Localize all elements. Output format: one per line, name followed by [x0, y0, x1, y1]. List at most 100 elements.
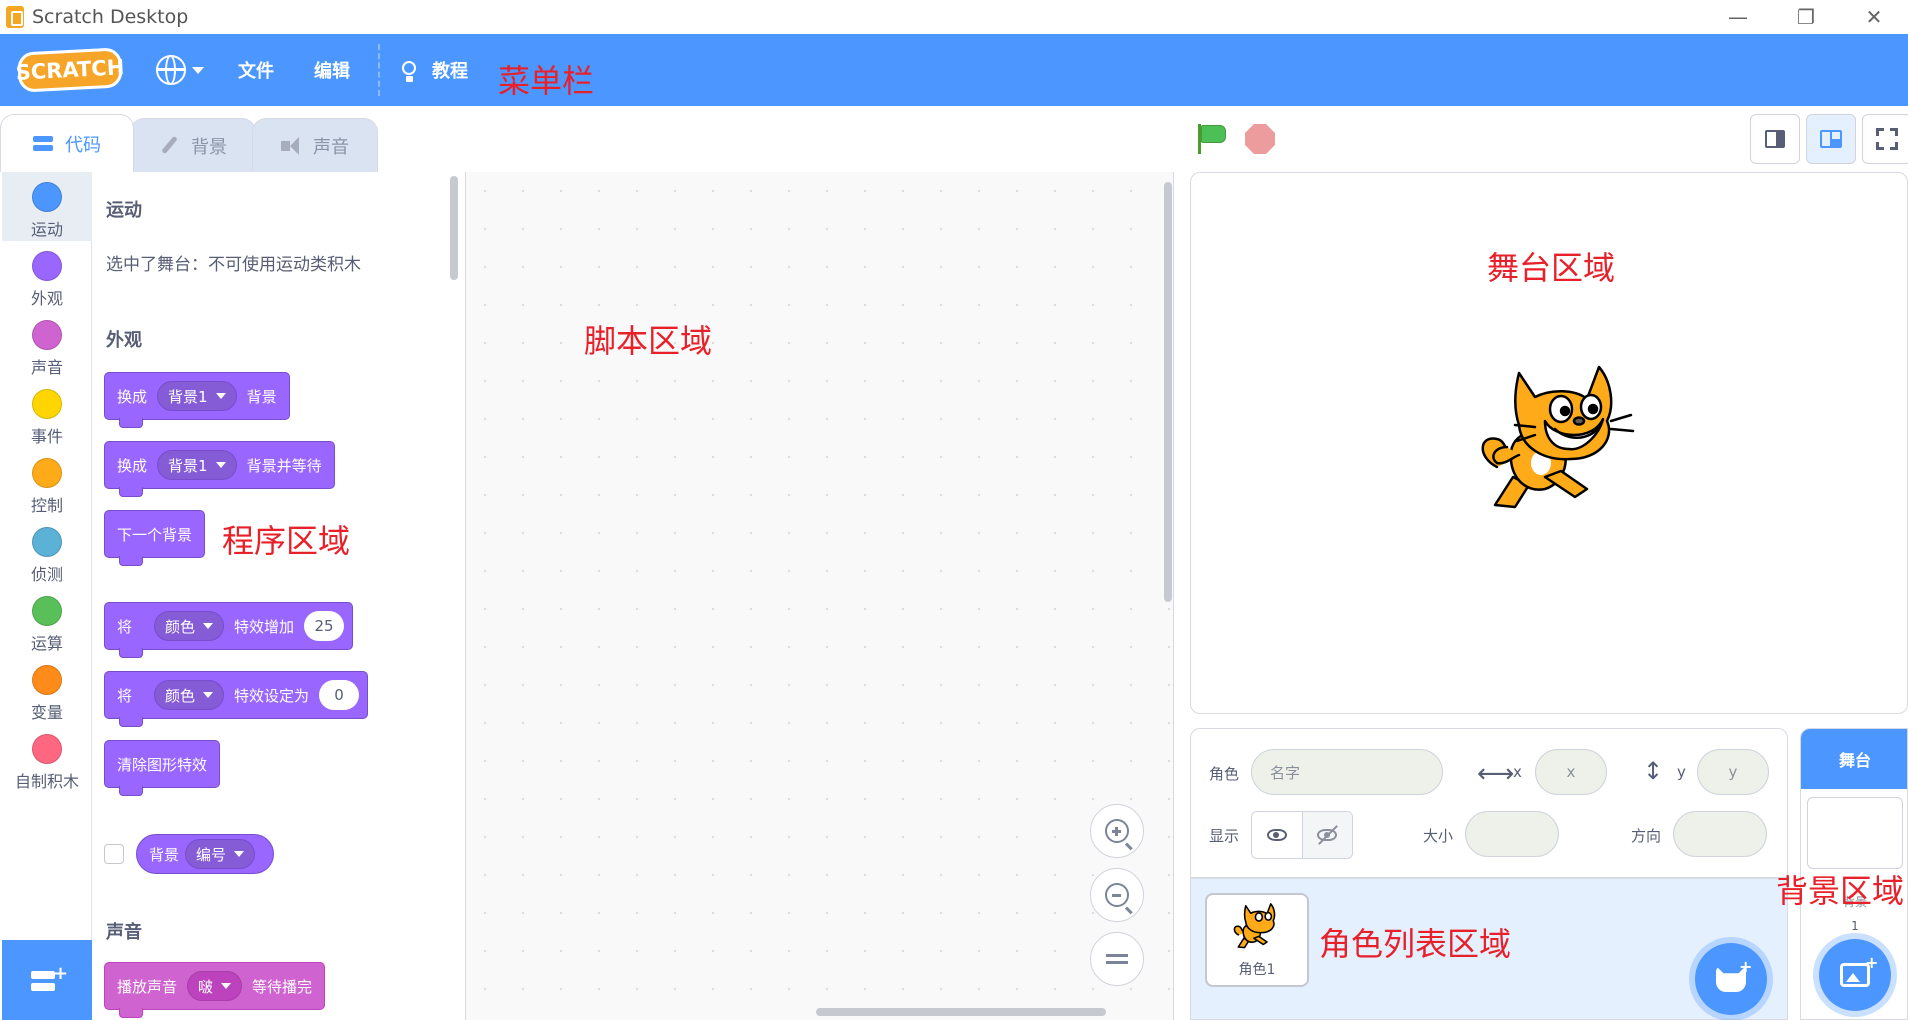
close-button[interactable]: ✕: [1840, 0, 1908, 34]
restore-button[interactable]: ❐: [1772, 0, 1840, 34]
category-label: 事件: [30, 427, 63, 446]
stage-size-modes: [1750, 114, 1908, 164]
category-sound[interactable]: 声音: [2, 310, 92, 379]
palette-annotation: 程序区域: [222, 522, 351, 560]
script-vertical-scrollbar[interactable]: [1164, 182, 1172, 602]
tutorials-menu[interactable]: 教程: [396, 34, 468, 106]
block-clear-effects[interactable]: 清除图形特效: [104, 740, 221, 796]
sprite-tile[interactable]: 角色1: [1205, 893, 1309, 987]
chevron-down-icon: [215, 462, 226, 468]
zoom-reset-button[interactable]: [1090, 932, 1144, 986]
tab-sounds[interactable]: 声音: [252, 118, 378, 172]
category-motion[interactable]: 运动: [2, 172, 92, 241]
reporter-backdrop-number[interactable]: 背景 编号: [136, 834, 275, 874]
category-events[interactable]: 事件: [2, 379, 92, 448]
category-looks[interactable]: 外观: [2, 241, 92, 310]
add-extension-button[interactable]: +: [2, 940, 94, 1020]
block-text: 下一个背景: [117, 525, 193, 544]
green-flag-icon: [1201, 125, 1226, 143]
block-switch-backdrop[interactable]: 换成 背景1 背景: [104, 372, 290, 428]
minimize-button[interactable]: —: [1704, 0, 1772, 34]
add-backdrop-button[interactable]: +: [1819, 939, 1891, 1011]
backdrop-dropdown[interactable]: 背景1: [157, 450, 237, 480]
app-icon: [6, 6, 24, 28]
effect-dropdown[interactable]: 颜色: [154, 680, 225, 710]
category-label: 变量: [30, 703, 63, 722]
file-menu[interactable]: 文件: [238, 34, 274, 106]
language-menu[interactable]: [122, 34, 204, 106]
block-next-backdrop[interactable]: 下一个背景: [104, 510, 206, 566]
hide-sprite-button[interactable]: [1301, 812, 1352, 858]
effect-amount-input[interactable]: 25: [304, 611, 345, 641]
category-sensing[interactable]: 侦测: [2, 517, 92, 586]
block-change-effect[interactable]: 将 颜色 特效增加 25: [104, 602, 354, 658]
brush-icon: [159, 137, 181, 155]
zoom-out-button[interactable]: [1090, 868, 1144, 922]
effect-value-input[interactable]: 0: [319, 680, 360, 710]
stage-canvas[interactable]: 舞台区域: [1190, 172, 1908, 714]
edit-menu[interactable]: 编辑: [314, 34, 350, 106]
category-dot-icon: [32, 527, 62, 557]
zoom-in-icon: [1105, 819, 1129, 843]
script-area[interactable]: 脚本区域: [466, 172, 1174, 1020]
window-controls: — ❐ ✕: [1704, 0, 1908, 34]
block-text: 播放声音: [117, 977, 178, 996]
category-my-blocks[interactable]: 自制积木: [2, 724, 92, 793]
palette-section-motion: 运动: [106, 200, 142, 221]
backdrop-dropdown[interactable]: 背景1: [157, 381, 237, 411]
direction-input[interactable]: [1673, 811, 1767, 857]
palette-scrollbar[interactable]: [450, 176, 458, 280]
large-stage-button[interactable]: [1806, 114, 1856, 164]
tab-backdrops-label: 背景: [191, 136, 227, 158]
lightbulb-icon: [396, 55, 422, 85]
y-position-input[interactable]: y: [1697, 749, 1769, 795]
tab-code[interactable]: 代码: [0, 114, 134, 172]
tab-backdrops[interactable]: 背景: [130, 118, 256, 172]
stop-button[interactable]: [1245, 124, 1275, 154]
chevron-down-icon: [203, 623, 214, 629]
category-dot-icon: [32, 389, 62, 419]
block-text: 换成: [117, 387, 148, 406]
cat-sprite[interactable]: [1475, 359, 1635, 523]
backdrop-annotation: 背景区域: [1776, 872, 1905, 910]
effect-dropdown[interactable]: 颜色: [154, 611, 225, 641]
menu-divider: [378, 44, 380, 96]
show-sprite-button[interactable]: [1252, 812, 1302, 858]
y-label: y: [1677, 763, 1686, 781]
sprite-name-input[interactable]: 名字: [1251, 749, 1443, 795]
sprite-label: 角色: [1209, 765, 1240, 783]
backdrop-property-dropdown[interactable]: 编号: [185, 839, 256, 869]
add-sprite-button[interactable]: +: [1695, 943, 1767, 1015]
zoom-in-button[interactable]: [1090, 804, 1144, 858]
block-set-effect[interactable]: 将 颜色 特效设定为 0: [104, 671, 369, 727]
x-position-input[interactable]: x: [1535, 749, 1607, 795]
block-text: 特效设定为: [234, 686, 310, 705]
reporter-checkbox[interactable]: [104, 844, 124, 864]
category-operators[interactable]: 运算: [2, 586, 92, 655]
size-input[interactable]: [1465, 811, 1559, 857]
small-stage-button[interactable]: [1750, 114, 1800, 164]
fullscreen-button[interactable]: [1862, 114, 1908, 164]
scratch-logo-text: SCRATCH: [15, 55, 125, 85]
show-label: 显示: [1209, 827, 1240, 845]
category-label: 自制积木: [14, 772, 79, 791]
stage-pane-title: 舞台: [1801, 729, 1907, 789]
block-switch-backdrop-and-wait[interactable]: 换成 背景1 背景并等待: [104, 441, 335, 497]
category-dot-icon: [32, 665, 62, 695]
block-text: 将: [117, 686, 133, 705]
category-control[interactable]: 控制: [2, 448, 92, 517]
green-flag-button[interactable]: [1198, 124, 1226, 154]
block-text: 清除图形特效: [117, 755, 208, 774]
block-play-sound-until-done[interactable]: 播放声音 啵 等待播完: [104, 962, 326, 1018]
visibility-toggle: [1251, 811, 1353, 859]
chevron-down-icon: [234, 851, 245, 857]
zoom-out-icon: [1105, 883, 1129, 907]
category-variables[interactable]: 变量: [2, 655, 92, 724]
sound-dropdown[interactable]: 啵: [187, 971, 243, 1001]
sprite-list-panel: 角色1 角色列表区域 +: [1190, 878, 1788, 1020]
motion-unavailable-note: 选中了舞台：不可使用运动类积木: [106, 255, 361, 275]
x-label: x: [1513, 763, 1522, 781]
scratch-logo[interactable]: SCRATCH: [15, 47, 125, 93]
sprite-tile-name: 角色1: [1238, 962, 1276, 978]
script-horizontal-scrollbar[interactable]: [816, 1008, 1106, 1016]
